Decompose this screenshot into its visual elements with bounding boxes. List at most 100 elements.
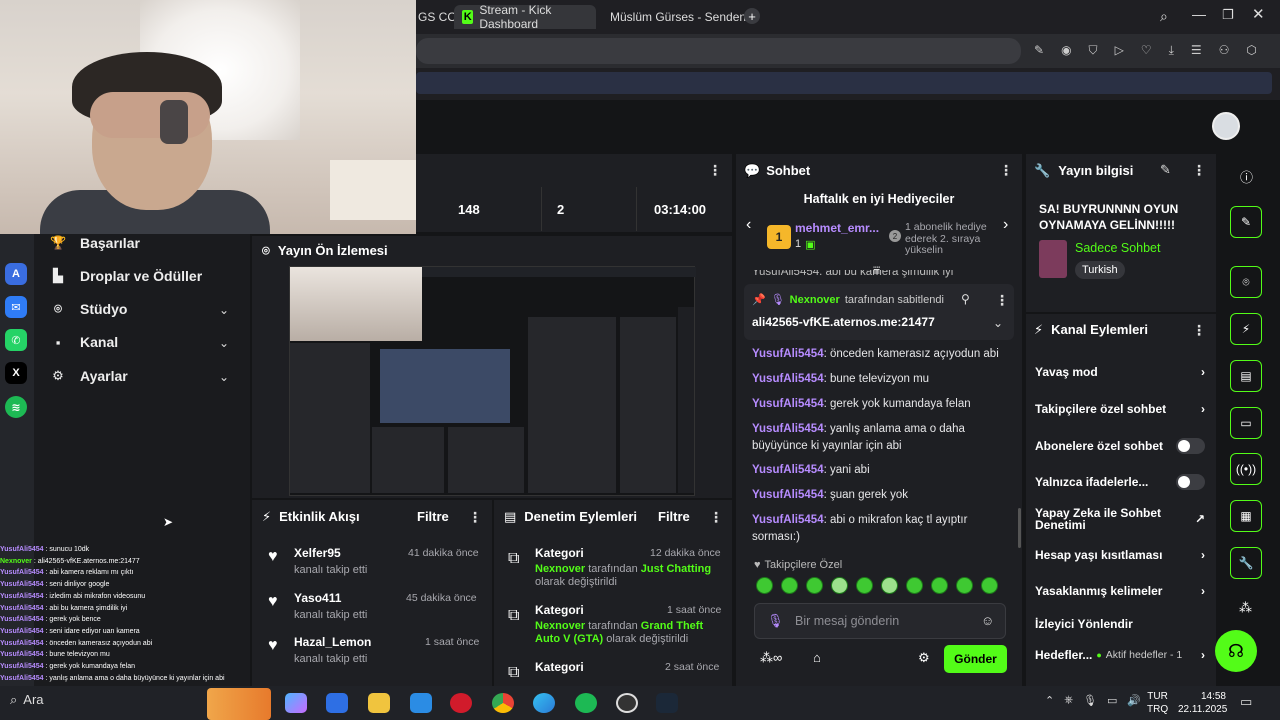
sidebar-item-channel[interactable]: ▪ Kanal [50, 334, 118, 350]
more-options-icon[interactable]: ⋮ [708, 162, 722, 179]
support-headset-icon[interactable]: ☊ [1215, 630, 1257, 672]
store-icon[interactable]: ⌂ [813, 650, 821, 665]
steam-icon[interactable] [656, 693, 678, 713]
shield-icon[interactable]: ⛉ [1089, 43, 1098, 58]
emote-icon[interactable] [806, 577, 823, 594]
emote-icon[interactable] [881, 577, 898, 594]
app-icon[interactable]: A [5, 263, 27, 285]
store-app-icon[interactable] [326, 693, 348, 713]
close-window-icon[interactable]: ✕ [1252, 5, 1265, 23]
more-options-icon[interactable]: ⋮ [995, 292, 1009, 309]
rail-moderation-button[interactable]: ▤ [1230, 360, 1262, 392]
stream-preview-video[interactable] [289, 266, 696, 496]
chat-input[interactable]: 🎙 Bir mesaj gönderin ☺ [754, 603, 1006, 639]
edit-pencil-icon[interactable]: ✎ [1160, 162, 1171, 178]
chevron-right-icon[interactable]: › [1003, 216, 1008, 234]
moderation-filter-button[interactable]: Filtre [658, 509, 690, 524]
category-link[interactable]: Sadece Sohbet [1075, 241, 1161, 255]
new-tab-button[interactable]: + [744, 8, 760, 24]
info-icon[interactable]: ⓘ [1240, 167, 1253, 186]
download-icon[interactable]: ⤓ [1169, 43, 1174, 58]
minimize-icon[interactable]: — [1192, 6, 1206, 22]
chat-settings-gear-icon[interactable]: ⚙ [918, 650, 930, 666]
chrome-icon[interactable] [492, 693, 514, 713]
subscribers-only-toggle[interactable] [1176, 438, 1205, 454]
emote-icon[interactable] [906, 577, 923, 594]
rail-settings-button[interactable]: 🔧 [1230, 547, 1262, 579]
emote-icon[interactable] [956, 577, 973, 594]
rail-chat-button[interactable]: ▭ [1230, 407, 1262, 439]
extension-cube-icon[interactable]: ⬡ [1246, 43, 1256, 58]
menu-icon[interactable]: ☰ [1191, 43, 1202, 58]
rail-preview-button[interactable]: ⌾ [1230, 266, 1262, 298]
points-icon[interactable]: ⁂∞ [760, 650, 782, 666]
system-tray[interactable]: ⌃ ⎈ 🎙 ▭ 🔊 [1045, 694, 1141, 707]
chevron-down-icon[interactable]: ⌄ [993, 316, 1003, 330]
chat-scrollbar[interactable] [1018, 508, 1021, 548]
url-input[interactable] [416, 38, 1021, 64]
chevron-down-icon[interactable]: ⌄ [219, 303, 229, 317]
rail-edit-button[interactable]: ✎ [1230, 206, 1262, 238]
camera-icon[interactable]: ◉ [1061, 43, 1071, 58]
heart-icon[interactable]: ♡ [1141, 43, 1152, 58]
emote-icon[interactable] [856, 577, 873, 594]
chevron-left-icon[interactable]: ‹ [746, 216, 751, 234]
edge-icon[interactable] [533, 693, 555, 713]
taskbar-search[interactable]: ⌕ Ara [10, 692, 44, 708]
chevron-down-icon[interactable]: ⌄ [219, 336, 229, 350]
spotify-taskbar-icon[interactable] [575, 693, 597, 713]
tab-kick-dashboard[interactable]: K Stream - Kick Dashboard [454, 3, 596, 31]
emote-icon[interactable] [931, 577, 948, 594]
more-options-icon[interactable]: ⋮ [1192, 322, 1206, 339]
user-avatar[interactable] [1212, 112, 1240, 140]
whatsapp-icon[interactable]: ✆ [5, 329, 27, 351]
sidebar-item-settings[interactable]: ⚙ Ayarlar [50, 368, 128, 384]
x-icon[interactable]: X [5, 362, 27, 384]
account-age-row[interactable]: Hesap yaşı kısıtlaması › [1035, 548, 1205, 562]
notification-icon[interactable]: ▭ [1240, 694, 1252, 710]
chevron-down-icon[interactable]: ⌄ [219, 370, 229, 384]
search-tabs-icon[interactable]: ⌕ [1160, 8, 1168, 25]
emote-icon[interactable] [781, 577, 798, 594]
mic-icon[interactable]: 🎙 [767, 613, 784, 629]
activity-filter-button[interactable]: Filtre [417, 509, 449, 524]
slow-mode-row[interactable]: Yavaş mod › [1035, 365, 1205, 379]
emote-icon[interactable] [831, 577, 848, 594]
tab-youtube-music[interactable]: Müslüm Gürses - Senden [596, 5, 746, 29]
vscode-icon[interactable] [410, 693, 432, 713]
pin-icon[interactable]: ⚲ [961, 292, 970, 306]
language-indicator[interactable]: TUR TRQ [1147, 690, 1168, 716]
host-row[interactable]: İzleyici Yönlendir [1035, 617, 1205, 631]
opera-icon[interactable] [450, 693, 472, 713]
emote-only-toggle[interactable] [1176, 474, 1205, 490]
rail-actions-button[interactable]: ⚡ [1230, 313, 1262, 345]
more-options-icon[interactable]: ⋮ [468, 509, 482, 526]
copilot-icon[interactable] [285, 693, 307, 713]
points-icon[interactable]: ⁂ [1239, 600, 1252, 616]
rail-layout-button[interactable]: ▦ [1230, 500, 1262, 532]
ai-moderation-row[interactable]: Yapay Zeka ile Sohbet Denetimi ↗ [1035, 507, 1205, 531]
profile-icon[interactable]: ⚇ [1219, 43, 1230, 58]
restore-icon[interactable]: ❐ [1222, 7, 1234, 23]
goals-row[interactable]: Hedefler... ● Aktif hedefler - 1 › [1035, 648, 1205, 662]
sidebar-item-drops[interactable]: ▙ Droplar ve Ödüller [50, 268, 202, 284]
spotify-icon[interactable]: ≋ [5, 396, 27, 418]
followers-only-row[interactable]: Takipçilere özel sohbet › [1035, 402, 1205, 416]
messenger-icon[interactable]: ✉ [5, 296, 27, 318]
play-icon[interactable]: ▷ [1115, 43, 1124, 58]
sidebar-item-studio[interactable]: ⌾ Stüdyo [50, 301, 127, 317]
file-explorer-icon[interactable] [368, 693, 390, 713]
more-options-icon[interactable]: ⋮ [1192, 162, 1206, 179]
top-gifter-name[interactable]: mehmet_emr... [795, 221, 879, 235]
banned-words-row[interactable]: Yasaklanmış kelimeler › [1035, 584, 1205, 598]
emote-icon[interactable] [981, 577, 998, 594]
more-options-icon[interactable]: ⋮ [999, 162, 1013, 179]
emote-icon[interactable] [756, 577, 773, 594]
filter-icon[interactable]: ⩸ [873, 263, 880, 278]
emoji-icon[interactable]: ☺ [981, 613, 994, 628]
clock[interactable]: 14:58 22.11.2025 [1178, 690, 1227, 716]
send-button[interactable]: Gönder [944, 645, 1007, 673]
rail-broadcast-button[interactable]: ((•)) [1230, 453, 1262, 485]
edit-icon[interactable]: ✎ [1034, 43, 1044, 58]
sidebar-item-achievements[interactable]: 🏆 Başarılar [50, 235, 140, 251]
